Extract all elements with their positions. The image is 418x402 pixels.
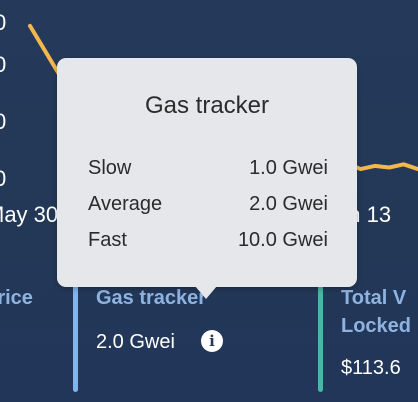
y-tick-label: 0 xyxy=(0,10,7,35)
tooltip-row-value: 1.0 Gwei xyxy=(249,157,328,179)
y-tick-label: 0 xyxy=(0,166,7,191)
tooltip-row-label: Average xyxy=(88,193,163,215)
stat-title-gas-tracker: Gas tracker xyxy=(96,287,207,309)
stat-accent-bar xyxy=(318,280,323,392)
stat-title-tvl-line1: Total V xyxy=(341,287,407,309)
x-tick-label: May 30 xyxy=(0,202,59,227)
tooltip-row-value: 2.0 Gwei xyxy=(249,193,328,215)
tooltip-row-label: Fast xyxy=(88,229,127,251)
y-tick-label: 0 xyxy=(0,52,7,77)
tooltip-arrow xyxy=(195,286,217,299)
tooltip-row-value: 10.0 Gwei xyxy=(237,229,328,251)
stat-value-tvl: $113.6 xyxy=(341,357,401,379)
tooltip-title: Gas tracker xyxy=(144,92,270,119)
info-icon[interactable]: i xyxy=(201,330,223,352)
stat-title-tvl-line2: Locked xyxy=(341,315,412,337)
stat-value-gas: 2.0 Gwei xyxy=(96,331,175,353)
stat-accent-bar xyxy=(73,280,78,392)
tooltip-row-label: Slow xyxy=(88,157,132,179)
gas-tracker-tooltip: Gas tracker Slow 1.0 Gwei Average 2.0 Gw… xyxy=(57,58,357,287)
dashboard-panel: 0 0 0 0 May 30 Jun 13 Price Gas tracker … xyxy=(0,0,418,402)
y-tick-label: 0 xyxy=(0,109,7,134)
stat-title-price: Price xyxy=(0,287,33,309)
